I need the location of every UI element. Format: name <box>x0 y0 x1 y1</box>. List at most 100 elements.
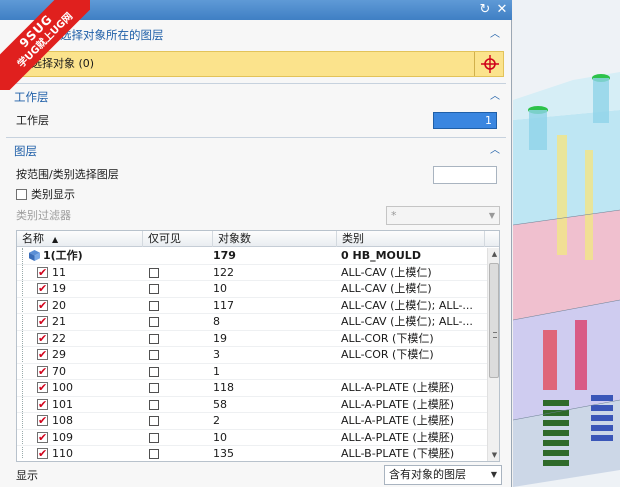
model-viewport[interactable] <box>513 0 620 487</box>
scrollbar-thumb[interactable] <box>489 263 499 378</box>
visible-only-checkbox[interactable] <box>149 284 159 294</box>
table-row[interactable]: 108 2 ALL-A-PLATE (上模胚) <box>17 413 487 430</box>
table-vertical-scrollbar[interactable]: ▲ ▼ <box>487 248 499 461</box>
visible-only-cell[interactable] <box>143 347 213 363</box>
close-icon[interactable]: ✕ <box>494 2 510 18</box>
table-row[interactable]: 22 19 ALL-COR (下模仁) <box>17 331 487 347</box>
table-row[interactable]: 100 118 ALL-A-PLATE (上模胚) <box>17 380 487 397</box>
table-row[interactable]: 11 122 ALL-CAV (上模仁) <box>17 265 487 281</box>
visible-only-checkbox[interactable] <box>149 366 159 377</box>
category-cell: ALL-A-PLATE (上模胚) <box>341 430 455 444</box>
select-bar-divider <box>474 52 475 76</box>
category-cell: ALL-A-PLATE (上模胚) <box>341 414 455 427</box>
visible-only-cell[interactable] <box>143 413 213 429</box>
table-row[interactable]: 109 10 ALL-A-PLATE (上模胚) <box>17 430 487 446</box>
visible-only-checkbox[interactable] <box>149 300 159 311</box>
scroll-down-icon[interactable]: ▼ <box>488 449 499 461</box>
category-cell: ALL-CAV (上模仁); ALL-... <box>341 315 473 328</box>
table-body: 1(工作)1790 HB_MOULD11122ALL-CAV (上模仁)19 10… <box>17 248 487 461</box>
visible-only-checkbox[interactable] <box>149 383 159 393</box>
column-header-name[interactable]: 名称 ▲ <box>17 231 143 247</box>
layer-name-cell[interactable]: 70 <box>17 364 143 380</box>
work-layer-input[interactable]: 1 <box>433 112 497 129</box>
layer-visibility-checkbox[interactable] <box>37 413 48 429</box>
category-cell: ALL-CAV (上模仁); ALL-... <box>341 298 473 312</box>
table-row[interactable]: 110 135 ALL-B-PLATE (下模胚) <box>17 446 487 461</box>
layer-visibility-checkbox[interactable] <box>37 380 48 396</box>
visible-only-cell[interactable] <box>143 430 213 446</box>
visible-only-cell[interactable] <box>143 364 213 380</box>
layer-visibility-checkbox[interactable] <box>37 364 48 380</box>
layer-name-cell[interactable]: 21 <box>17 314 143 330</box>
reset-icon[interactable]: ↻ <box>477 2 493 18</box>
layer-visibility-checkbox[interactable] <box>37 397 48 413</box>
category-cell: ALL-B-PLATE (下模胚) <box>341 447 455 460</box>
section-select-objects-header[interactable]: 选择对象所在的图层 ︿ <box>6 26 506 44</box>
layer-visibility-checkbox[interactable] <box>37 281 48 297</box>
table-row[interactable]: 101 58 ALL-A-PLATE (上模胚) <box>17 397 487 413</box>
layer-name: 20 <box>52 298 66 312</box>
layer-visibility-checkbox[interactable] <box>37 265 48 281</box>
category-cell: ALL-CAV (上模仁) <box>341 282 432 295</box>
layer-visibility-checkbox[interactable] <box>37 347 48 363</box>
table-row[interactable]: 1(工作) 179 0 HB_MOULD <box>17 248 487 265</box>
visible-only-cell[interactable] <box>143 281 213 297</box>
visible-only-checkbox[interactable] <box>149 432 159 443</box>
layer-name-cell[interactable]: 20 <box>17 298 143 314</box>
visible-only-cell[interactable] <box>143 331 213 347</box>
object-count-cell: 10 <box>213 282 227 295</box>
table-row[interactable]: 21 8 ALL-CAV (上模仁); ALL-... <box>17 314 487 331</box>
table-row[interactable]: 19 10 ALL-CAV (上模仁) <box>17 281 487 298</box>
visible-only-checkbox[interactable] <box>149 416 159 426</box>
layer-name-cell[interactable]: 29 <box>17 347 143 363</box>
dialog-title-bar[interactable]: ↻ ✕ <box>0 0 512 20</box>
category-display-toggle[interactable]: 类别显示 <box>16 188 75 202</box>
category-display-checkbox[interactable] <box>16 189 27 200</box>
visible-only-checkbox[interactable] <box>149 267 159 278</box>
table-row[interactable]: 20 117 ALL-CAV (上模仁); ALL-... <box>17 298 487 314</box>
layer-name-cell[interactable]: 1(工作) <box>17 248 143 264</box>
visible-only-cell[interactable] <box>143 298 213 314</box>
select-objects-field[interactable]: 选择对象 (0) <box>8 51 504 77</box>
show-filter-select[interactable]: 含有对象的图层 ▼ <box>384 465 502 485</box>
visible-only-cell[interactable] <box>143 446 213 461</box>
visible-only-checkbox[interactable] <box>149 317 159 327</box>
visible-only-cell[interactable] <box>143 380 213 396</box>
scroll-up-icon[interactable]: ▲ <box>488 248 499 261</box>
layer-visibility-checkbox[interactable] <box>37 331 48 347</box>
layer-visibility-checkbox[interactable] <box>37 446 48 461</box>
visible-only-cell[interactable] <box>143 397 213 413</box>
category-filter-select[interactable]: * ▼ <box>386 206 500 225</box>
layer-visibility-checkbox[interactable] <box>37 314 48 330</box>
layer-name-cell[interactable]: 100 <box>17 380 143 396</box>
layer-name-cell[interactable]: 108 <box>17 413 143 429</box>
visible-only-cell[interactable] <box>143 314 213 330</box>
range-select-input[interactable] <box>433 166 497 184</box>
collapse-chevron-icon[interactable]: ︿ <box>490 88 500 106</box>
layer-name-cell[interactable]: 109 <box>17 430 143 446</box>
table-row[interactable]: 29 3 ALL-COR (下模仁) <box>17 347 487 364</box>
visible-only-checkbox[interactable] <box>149 399 159 410</box>
visible-only-cell[interactable] <box>143 265 213 281</box>
layer-name-cell[interactable]: 110 <box>17 446 143 461</box>
layer-visibility-checkbox[interactable] <box>37 298 48 314</box>
layer-name-cell[interactable]: 19 <box>17 281 143 297</box>
crosshair-icon[interactable] <box>480 54 500 74</box>
visible-only-cell[interactable] <box>143 248 213 264</box>
collapse-chevron-icon[interactable]: ︿ <box>490 142 500 160</box>
category-filter-value: * <box>391 209 397 222</box>
layer-name-cell[interactable]: 22 <box>17 331 143 347</box>
column-header-object-count[interactable]: 对象数 <box>213 231 337 247</box>
collapse-chevron-icon[interactable]: ︿ <box>490 26 500 44</box>
section-work-layer-header[interactable]: 工作层 ︿ <box>6 88 506 106</box>
section-layers-header[interactable]: 图层 ︿ <box>6 142 506 160</box>
layer-visibility-checkbox[interactable] <box>37 430 48 446</box>
visible-only-checkbox[interactable] <box>149 350 159 360</box>
visible-only-checkbox[interactable] <box>149 333 159 344</box>
layer-name-cell[interactable]: 11 <box>17 265 143 281</box>
column-header-visible-only[interactable]: 仅可见 <box>143 231 213 247</box>
visible-only-checkbox[interactable] <box>149 449 159 459</box>
column-header-category[interactable]: 类别 <box>337 231 485 247</box>
table-row[interactable]: 70 1 <box>17 364 487 380</box>
layer-name-cell[interactable]: 101 <box>17 397 143 413</box>
